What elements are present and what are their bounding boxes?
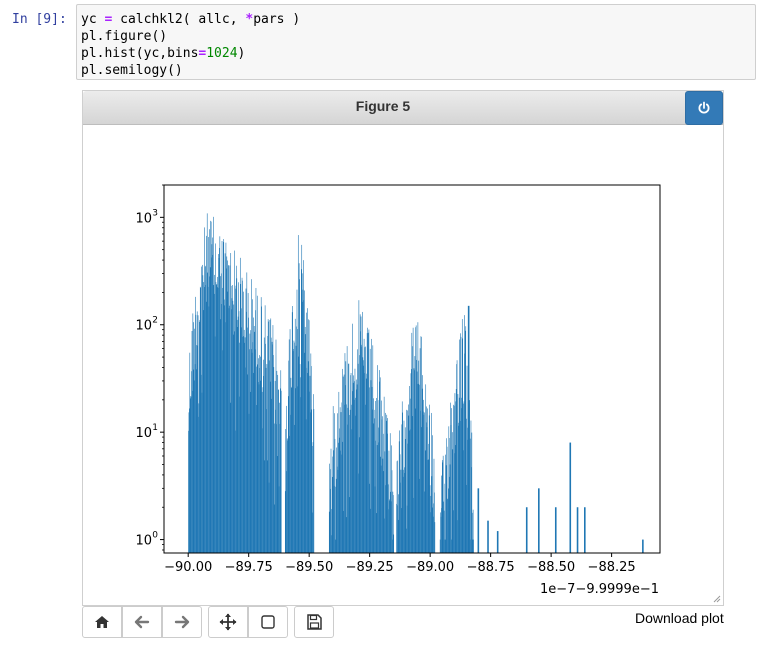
histogram-bar bbox=[469, 438, 471, 553]
back-arrow-icon bbox=[134, 615, 150, 629]
histogram-bar bbox=[525, 507, 528, 553]
histogram-bar bbox=[477, 488, 480, 553]
histogram-bar bbox=[313, 409, 315, 553]
code-token: yc bbox=[81, 12, 105, 27]
save-button[interactable] bbox=[294, 606, 334, 638]
back-button[interactable] bbox=[122, 606, 162, 638]
zoom-rect-icon bbox=[261, 615, 275, 629]
histogram-bar bbox=[393, 534, 395, 553]
x-tick-label: −89.50 bbox=[285, 560, 333, 575]
x-offset-label: 1e−7−9.9999e−1 bbox=[540, 582, 659, 597]
pan-button[interactable] bbox=[208, 606, 248, 638]
x-tick-label: −89.00 bbox=[406, 560, 454, 575]
y-axis: 10 010 110 210 3 bbox=[135, 184, 164, 551]
histogram-bar bbox=[576, 507, 579, 553]
histogram-bar bbox=[538, 488, 540, 553]
home-button[interactable] bbox=[82, 606, 122, 638]
histogram-bar bbox=[569, 442, 572, 553]
forward-arrow-icon bbox=[174, 615, 190, 629]
histogram-bar bbox=[642, 539, 644, 553]
y-tick-exponent: 1 bbox=[152, 423, 158, 433]
x-tick-label: −89.75 bbox=[225, 560, 273, 575]
histogram-bar bbox=[554, 507, 557, 553]
y-tick-label: 10 bbox=[135, 319, 152, 334]
forward-button[interactable] bbox=[162, 606, 202, 638]
code-text[interactable]: yc = calchkl2( allc, *pars ) pl.figure()… bbox=[77, 5, 755, 79]
y-tick-label: 10 bbox=[135, 534, 152, 549]
histogram-bars bbox=[188, 213, 644, 554]
cell-prompt: In [9]: bbox=[12, 12, 67, 27]
code-token: ) bbox=[237, 46, 246, 61]
y-tick-label: 10 bbox=[135, 426, 152, 441]
histogram-bar bbox=[451, 408, 452, 553]
y-tick-exponent: 2 bbox=[152, 316, 158, 326]
histogram-chart[interactable]: −90.00 −89.75 −89.50 −89.25 −89.00 −88.75 −88.… bbox=[83, 91, 723, 605]
histogram-bar bbox=[280, 390, 282, 553]
histogram-bar bbox=[473, 539, 474, 553]
histogram-bar bbox=[445, 454, 446, 553]
x-tick-label: −88.25 bbox=[588, 560, 636, 575]
histogram-bar bbox=[584, 507, 586, 553]
x-tick-label: −88.75 bbox=[467, 560, 515, 575]
download-plot-link[interactable]: Download plot bbox=[635, 610, 724, 626]
histogram-bar bbox=[434, 522, 436, 553]
x-tick-label: −90.00 bbox=[164, 560, 212, 575]
code-cell-input[interactable]: yc = calchkl2( allc, *pars ) pl.figure()… bbox=[76, 4, 756, 80]
code-token: pl.hist(yc,bins bbox=[81, 46, 199, 61]
code-token: pars ) bbox=[253, 12, 301, 27]
code-line: pl.semilogy() bbox=[81, 63, 183, 78]
home-icon bbox=[95, 616, 109, 628]
pan-move-icon bbox=[219, 613, 237, 631]
resize-grip-icon[interactable] bbox=[713, 595, 721, 603]
histogram-bar bbox=[467, 305, 470, 553]
code-token: calchkl2( allc, bbox=[112, 12, 246, 27]
figure-container: Figure 5 −90.00 −89.75 −89.50 −89.25 −89.00−… bbox=[82, 90, 724, 606]
save-floppy-icon bbox=[307, 614, 322, 630]
x-tick-label: −88.50 bbox=[527, 560, 575, 575]
x-tick-label: −89.25 bbox=[346, 560, 394, 575]
x-axis: −90.00 −89.75 −89.50 −89.25 −89.00 −88.75 −88.… bbox=[164, 553, 636, 575]
y-tick-label: 10 bbox=[135, 211, 152, 226]
zoom-rect-button[interactable] bbox=[248, 606, 288, 638]
histogram-bar bbox=[496, 531, 499, 553]
y-tick-exponent: 0 bbox=[152, 531, 158, 541]
code-line: pl.figure() bbox=[81, 29, 168, 44]
histogram-bar bbox=[487, 520, 489, 553]
code-number: 1024 bbox=[206, 46, 238, 61]
y-tick-exponent: 3 bbox=[152, 208, 158, 218]
